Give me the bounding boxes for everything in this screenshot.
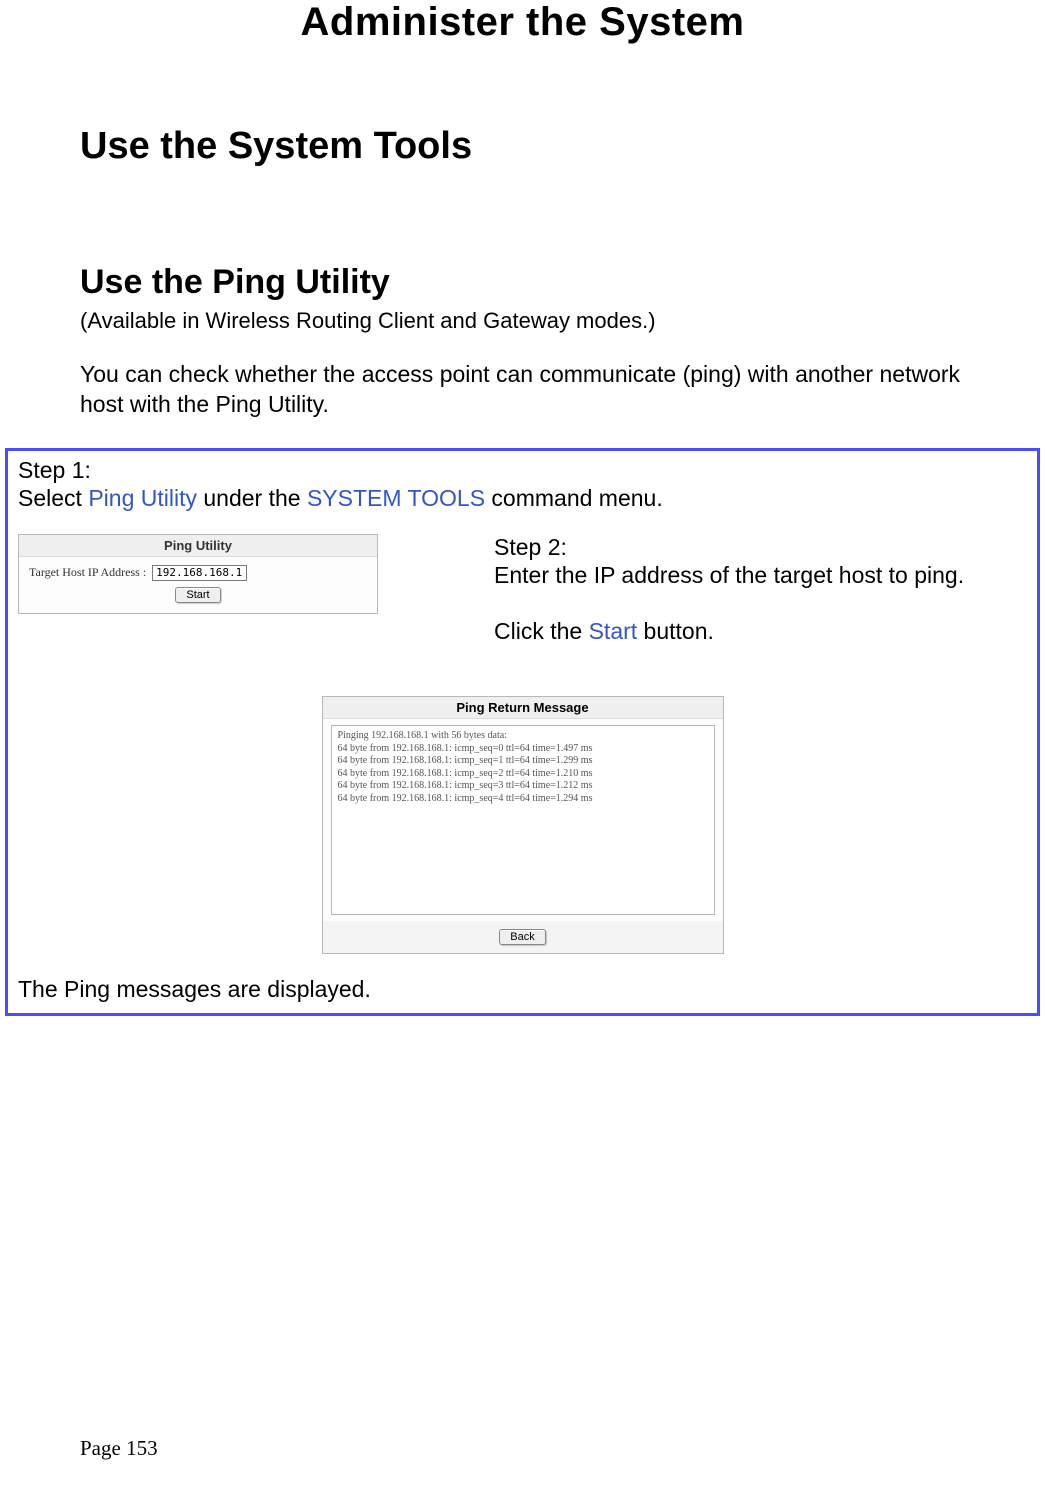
ping-return-panel-title: Ping Return Message	[323, 697, 723, 719]
step-1-prefix: Select	[18, 485, 88, 511]
target-host-label: Target Host IP Address :	[29, 565, 146, 580]
page-number: Page 153	[80, 1436, 158, 1461]
closing-text: The Ping messages are displayed.	[18, 976, 1027, 1003]
ping-output: Pinging 192.168.168.1 with 56 bytes data…	[331, 725, 715, 915]
step-1-mid: under the	[197, 485, 307, 511]
link-start[interactable]: Start	[589, 618, 638, 644]
section-heading-tools: Use the System Tools	[80, 125, 965, 168]
ping-utility-panel: Ping Utility Target Host IP Address : St…	[18, 534, 378, 614]
page-title: Administer the System	[0, 0, 1045, 45]
step-2-line-2-suffix: button.	[637, 618, 714, 644]
link-ping-utility[interactable]: Ping Utility	[88, 485, 197, 511]
ping-return-panel: Ping Return Message Pinging 192.168.168.…	[322, 696, 724, 954]
step-2-line-1: Enter the IP address of the target host …	[494, 561, 1027, 591]
step-1-label: Step 1:	[18, 457, 1027, 484]
start-button[interactable]: Start	[175, 587, 220, 603]
ping-utility-panel-title: Ping Utility	[19, 535, 377, 557]
section-heading-ping: Use the Ping Utility	[80, 263, 965, 302]
target-host-input[interactable]	[152, 565, 247, 581]
step-1-suffix: command menu.	[485, 485, 663, 511]
step-1-text: Select Ping Utility under the SYSTEM TOO…	[18, 484, 1027, 514]
back-button[interactable]: Back	[499, 929, 545, 945]
link-system-tools[interactable]: SYSTEM TOOLS	[307, 485, 485, 511]
step-2-line-2-prefix: Click the	[494, 618, 589, 644]
steps-box: Step 1: Select Ping Utility under the SY…	[5, 448, 1040, 1017]
availability-note: (Available in Wireless Routing Client an…	[80, 308, 965, 334]
step-2-line-2: Click the Start button.	[494, 617, 1027, 647]
step-2-label: Step 2:	[494, 534, 1027, 561]
intro-paragraph: You can check whether the access point c…	[80, 360, 965, 420]
